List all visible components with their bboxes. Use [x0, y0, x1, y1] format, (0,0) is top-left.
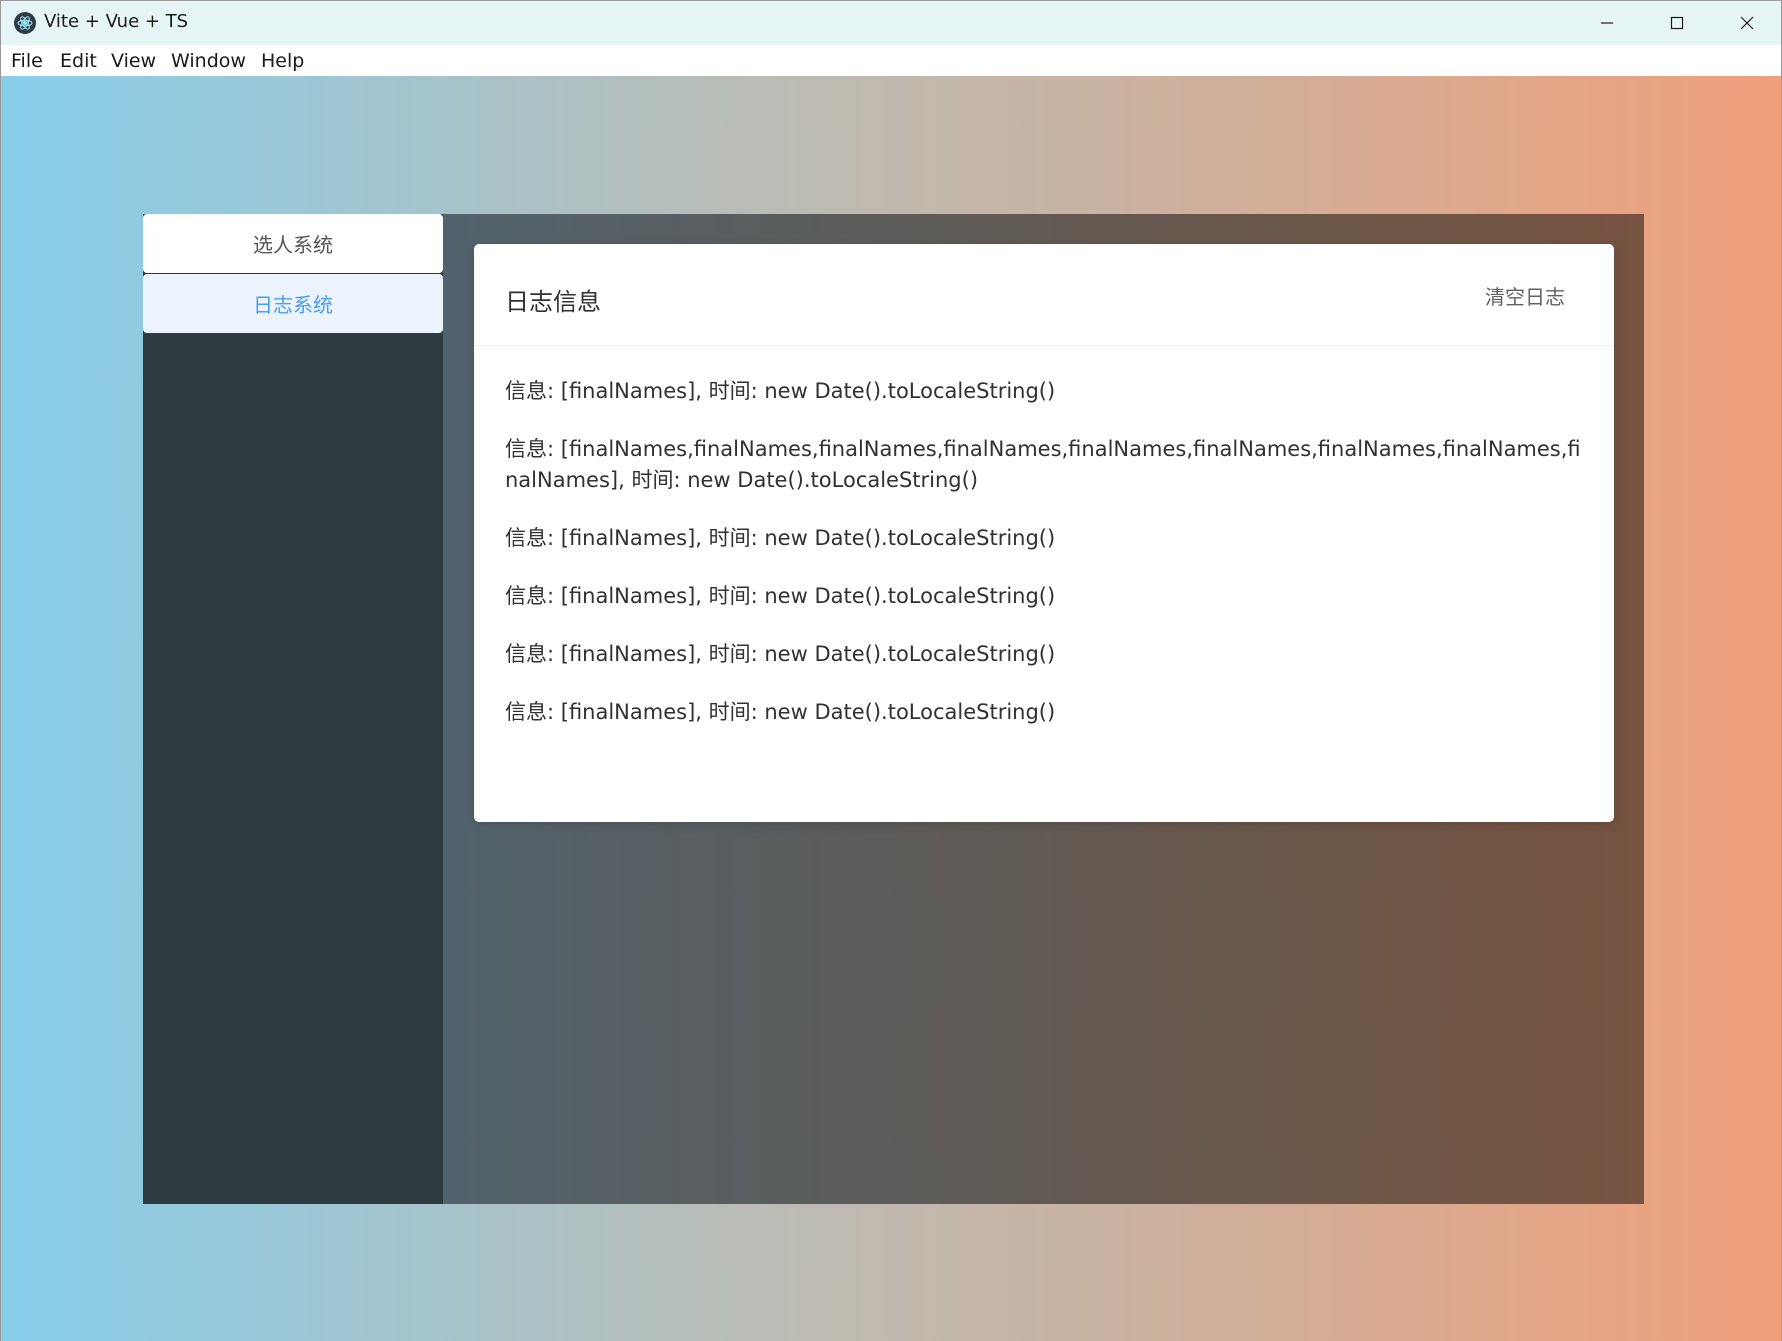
maximize-icon — [1670, 16, 1684, 30]
card-header: 日志信息 清空日志 — [474, 244, 1614, 346]
app-window: Vite + Vue + TS File Edit View Window He… — [0, 0, 1782, 1341]
log-entry: 信息: [finalNames], 时间: new Date().toLocal… — [505, 526, 1056, 550]
sidebar-item-person-picker[interactable]: 选人系统 — [143, 214, 443, 273]
menu-bar: File Edit View Window Help — [1, 45, 1781, 76]
log-entry: 信息: [finalNames], 时间: new Date().toLocal… — [505, 584, 1056, 608]
title-bar[interactable]: Vite + Vue + TS — [1, 1, 1781, 45]
log-list: 信息: [finalNames], 时间: new Date().toLocal… — [505, 376, 1585, 755]
app-frame: 选人系统 日志系统 日志信息 清空日志 信息: [finalNames], 时间… — [143, 214, 1644, 1204]
log-card: 日志信息 清空日志 信息: [finalNames], 时间: new Date… — [474, 244, 1614, 822]
log-entry: 信息: [finalNames], 时间: new Date().toLocal… — [505, 700, 1056, 724]
electron-app-icon — [14, 12, 36, 34]
menu-window[interactable]: Window — [171, 50, 246, 72]
maximize-button[interactable] — [1642, 1, 1712, 45]
log-entry: 信息: [finalNames], 时间: new Date().toLocal… — [505, 642, 1056, 666]
content-area: 选人系统 日志系统 日志信息 清空日志 信息: [finalNames], 时间… — [1, 76, 1781, 1341]
minimize-button[interactable] — [1572, 1, 1642, 45]
log-entry: 信息: [finalNames,finalNames,finalNames,fi… — [505, 437, 1581, 492]
menu-file[interactable]: File — [11, 50, 43, 72]
main-panel: 日志信息 清空日志 信息: [finalNames], 时间: new Date… — [443, 214, 1644, 1204]
clear-logs-button[interactable]: 清空日志 — [1470, 272, 1580, 318]
minimize-icon — [1601, 22, 1613, 24]
sidebar-item-log-system[interactable]: 日志系统 — [143, 274, 443, 333]
close-button[interactable] — [1712, 1, 1782, 45]
card-title: 日志信息 — [505, 288, 601, 316]
menu-edit[interactable]: Edit — [60, 50, 97, 72]
sidebar: 选人系统 日志系统 — [143, 214, 443, 1204]
close-icon — [1740, 16, 1754, 30]
window-title: Vite + Vue + TS — [44, 11, 189, 32]
menu-help[interactable]: Help — [261, 50, 304, 72]
menu-view[interactable]: View — [111, 50, 156, 72]
log-entry: 信息: [finalNames], 时间: new Date().toLocal… — [505, 379, 1056, 403]
